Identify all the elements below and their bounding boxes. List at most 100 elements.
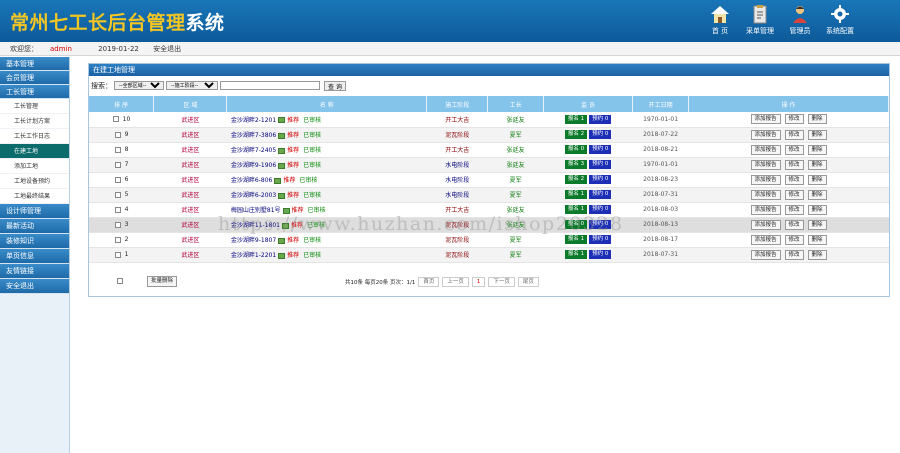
sidebar-section-events[interactable]: 最新活动 [0, 219, 69, 234]
site-name-link[interactable]: 金沙湖畔11-1801 [231, 222, 280, 229]
booking-badge[interactable]: 预约 0 [589, 190, 612, 199]
sidebar-item-foreman-plan[interactable]: 工长计划方案 [0, 114, 69, 129]
sidebar-section-pages[interactable]: 单页信息 [0, 249, 69, 264]
sidebar-item-foreman-log[interactable]: 工长工作日志 [0, 129, 69, 144]
signup-badge[interactable]: 报名 1 [564, 114, 588, 124]
area-select[interactable]: --全部区域-- [114, 81, 164, 90]
add-report-button[interactable]: 添加报告 [750, 144, 781, 155]
booking-badge[interactable]: 预约 0 [589, 220, 612, 229]
signup-badge[interactable]: 报名 1 [564, 205, 588, 214]
booking-badge[interactable]: 预约 0 [589, 114, 612, 124]
add-report-button[interactable]: 添加报告 [750, 129, 781, 140]
sidebar-section-members[interactable]: 会员管理 [0, 71, 69, 85]
batch-delete-button[interactable]: 批量删除 [147, 276, 178, 287]
pager-prev[interactable]: 上一页 [442, 277, 469, 287]
site-name-link[interactable]: 梅园山庄别墅81号 [231, 207, 281, 214]
row-checkbox[interactable] [114, 221, 121, 228]
delete-button[interactable]: 删除 [807, 219, 827, 230]
site-name-link[interactable]: 金沙湖畔7-3806 [231, 132, 276, 139]
edit-button[interactable]: 修改 [784, 204, 804, 215]
nav-admin[interactable]: 管理员 [780, 4, 820, 36]
edit-button[interactable]: 修改 [784, 144, 804, 155]
site-name-link[interactable]: 金沙湖畔6-806 [231, 177, 272, 184]
signup-badge[interactable]: 报名 1 [564, 190, 588, 199]
delete-button[interactable]: 删除 [807, 249, 827, 260]
add-report-button[interactable]: 添加报告 [750, 249, 781, 260]
delete-button[interactable]: 删除 [807, 159, 827, 170]
booking-badge[interactable]: 预约 0 [589, 145, 612, 154]
sidebar-item-site-booking[interactable]: 工地设备预约 [0, 174, 69, 189]
row-checkbox[interactable] [114, 191, 121, 198]
add-report-button[interactable]: 添加报告 [750, 204, 781, 215]
signup-badge[interactable]: 报名 0 [564, 220, 588, 229]
search-button[interactable]: 查 询 [324, 80, 346, 91]
delete-button[interactable]: 删除 [807, 129, 827, 140]
select-all-checkbox[interactable] [117, 278, 123, 284]
add-report-button[interactable]: 添加报告 [750, 174, 781, 185]
sidebar-section-knowledge[interactable]: 装修知识 [0, 234, 69, 249]
delete-button[interactable]: 删除 [807, 234, 827, 245]
booking-badge[interactable]: 预约 0 [589, 160, 612, 169]
signup-badge[interactable]: 报名 1 [564, 235, 588, 244]
signup-badge[interactable]: 报名 2 [564, 175, 588, 184]
row-checkbox[interactable] [114, 236, 121, 243]
delete-button[interactable]: 删除 [807, 174, 827, 185]
booking-badge[interactable]: 预约 0 [589, 250, 612, 259]
add-report-button[interactable]: 添加报告 [750, 114, 781, 125]
signup-badge[interactable]: 报名 2 [564, 130, 588, 139]
sidebar-item-foreman-manage[interactable]: 工长管理 [0, 99, 69, 114]
site-name-link[interactable]: 金沙湖畔1-2201 [231, 252, 276, 259]
row-checkbox[interactable] [114, 131, 121, 138]
nav-orders[interactable]: 采单管理 [740, 4, 780, 36]
nav-home[interactable]: 首 页 [700, 4, 740, 36]
delete-button[interactable]: 删除 [807, 144, 827, 155]
edit-button[interactable]: 修改 [784, 249, 804, 260]
add-report-button[interactable]: 添加报告 [750, 159, 781, 170]
sidebar-section-links[interactable]: 友情链接 [0, 264, 69, 279]
signup-badge[interactable]: 报名 1 [564, 250, 588, 259]
sidebar-section-foremen[interactable]: 工长管理 [0, 85, 69, 99]
edit-button[interactable]: 修改 [784, 159, 804, 170]
sidebar-section-logout[interactable]: 安全退出 [0, 279, 69, 294]
sidebar-item-add-site[interactable]: 添加工地 [0, 159, 69, 174]
site-name-link[interactable]: 金沙湖畔9-1807 [231, 237, 276, 244]
row-checkbox[interactable] [112, 116, 119, 123]
site-name-link[interactable]: 金沙湖畔9-1906 [231, 162, 276, 169]
row-checkbox[interactable] [114, 176, 121, 183]
add-report-button[interactable]: 添加报告 [750, 189, 781, 200]
edit-button[interactable]: 修改 [784, 219, 804, 230]
edit-button[interactable]: 修改 [784, 129, 804, 140]
row-checkbox[interactable] [114, 251, 121, 258]
sidebar-item-sites-active[interactable]: 在建工地 [0, 144, 69, 159]
site-name-link[interactable]: 金沙湖畔7-2405 [231, 147, 276, 154]
pager-first[interactable]: 首页 [418, 277, 440, 287]
sidebar-section-designers[interactable]: 设计师管理 [0, 204, 69, 219]
sidebar-section-basic[interactable]: 基本管理 [0, 57, 69, 71]
signup-badge[interactable]: 报名 3 [564, 160, 588, 169]
booking-badge[interactable]: 预约 0 [589, 205, 612, 214]
row-checkbox[interactable] [114, 161, 121, 168]
booking-badge[interactable]: 预约 0 [589, 130, 612, 139]
pager-last[interactable]: 尾页 [517, 277, 539, 287]
logout-link[interactable]: 安全退出 [153, 45, 181, 53]
delete-button[interactable]: 删除 [807, 204, 827, 215]
site-name-link[interactable]: 金沙湖畔2-1201 [231, 117, 276, 124]
pager-current[interactable]: 1 [471, 277, 486, 287]
row-checkbox[interactable] [114, 206, 121, 213]
pager-next[interactable]: 下一页 [488, 277, 515, 287]
stage-select[interactable]: --施工阶段-- [166, 81, 218, 90]
row-checkbox[interactable] [114, 146, 121, 153]
booking-badge[interactable]: 预约 0 [589, 235, 612, 244]
add-report-button[interactable]: 添加报告 [750, 234, 781, 245]
site-name-link[interactable]: 金沙湖畔6-2003 [231, 192, 276, 199]
nav-settings[interactable]: 系统配置 [820, 4, 860, 36]
edit-button[interactable]: 修改 [784, 114, 804, 125]
add-report-button[interactable]: 添加报告 [750, 219, 781, 230]
delete-button[interactable]: 删除 [807, 114, 827, 125]
delete-button[interactable]: 删除 [807, 189, 827, 200]
edit-button[interactable]: 修改 [784, 174, 804, 185]
edit-button[interactable]: 修改 [784, 234, 804, 245]
edit-button[interactable]: 修改 [784, 189, 804, 200]
booking-badge[interactable]: 预约 0 [589, 175, 612, 184]
signup-badge[interactable]: 报名 0 [564, 145, 588, 154]
